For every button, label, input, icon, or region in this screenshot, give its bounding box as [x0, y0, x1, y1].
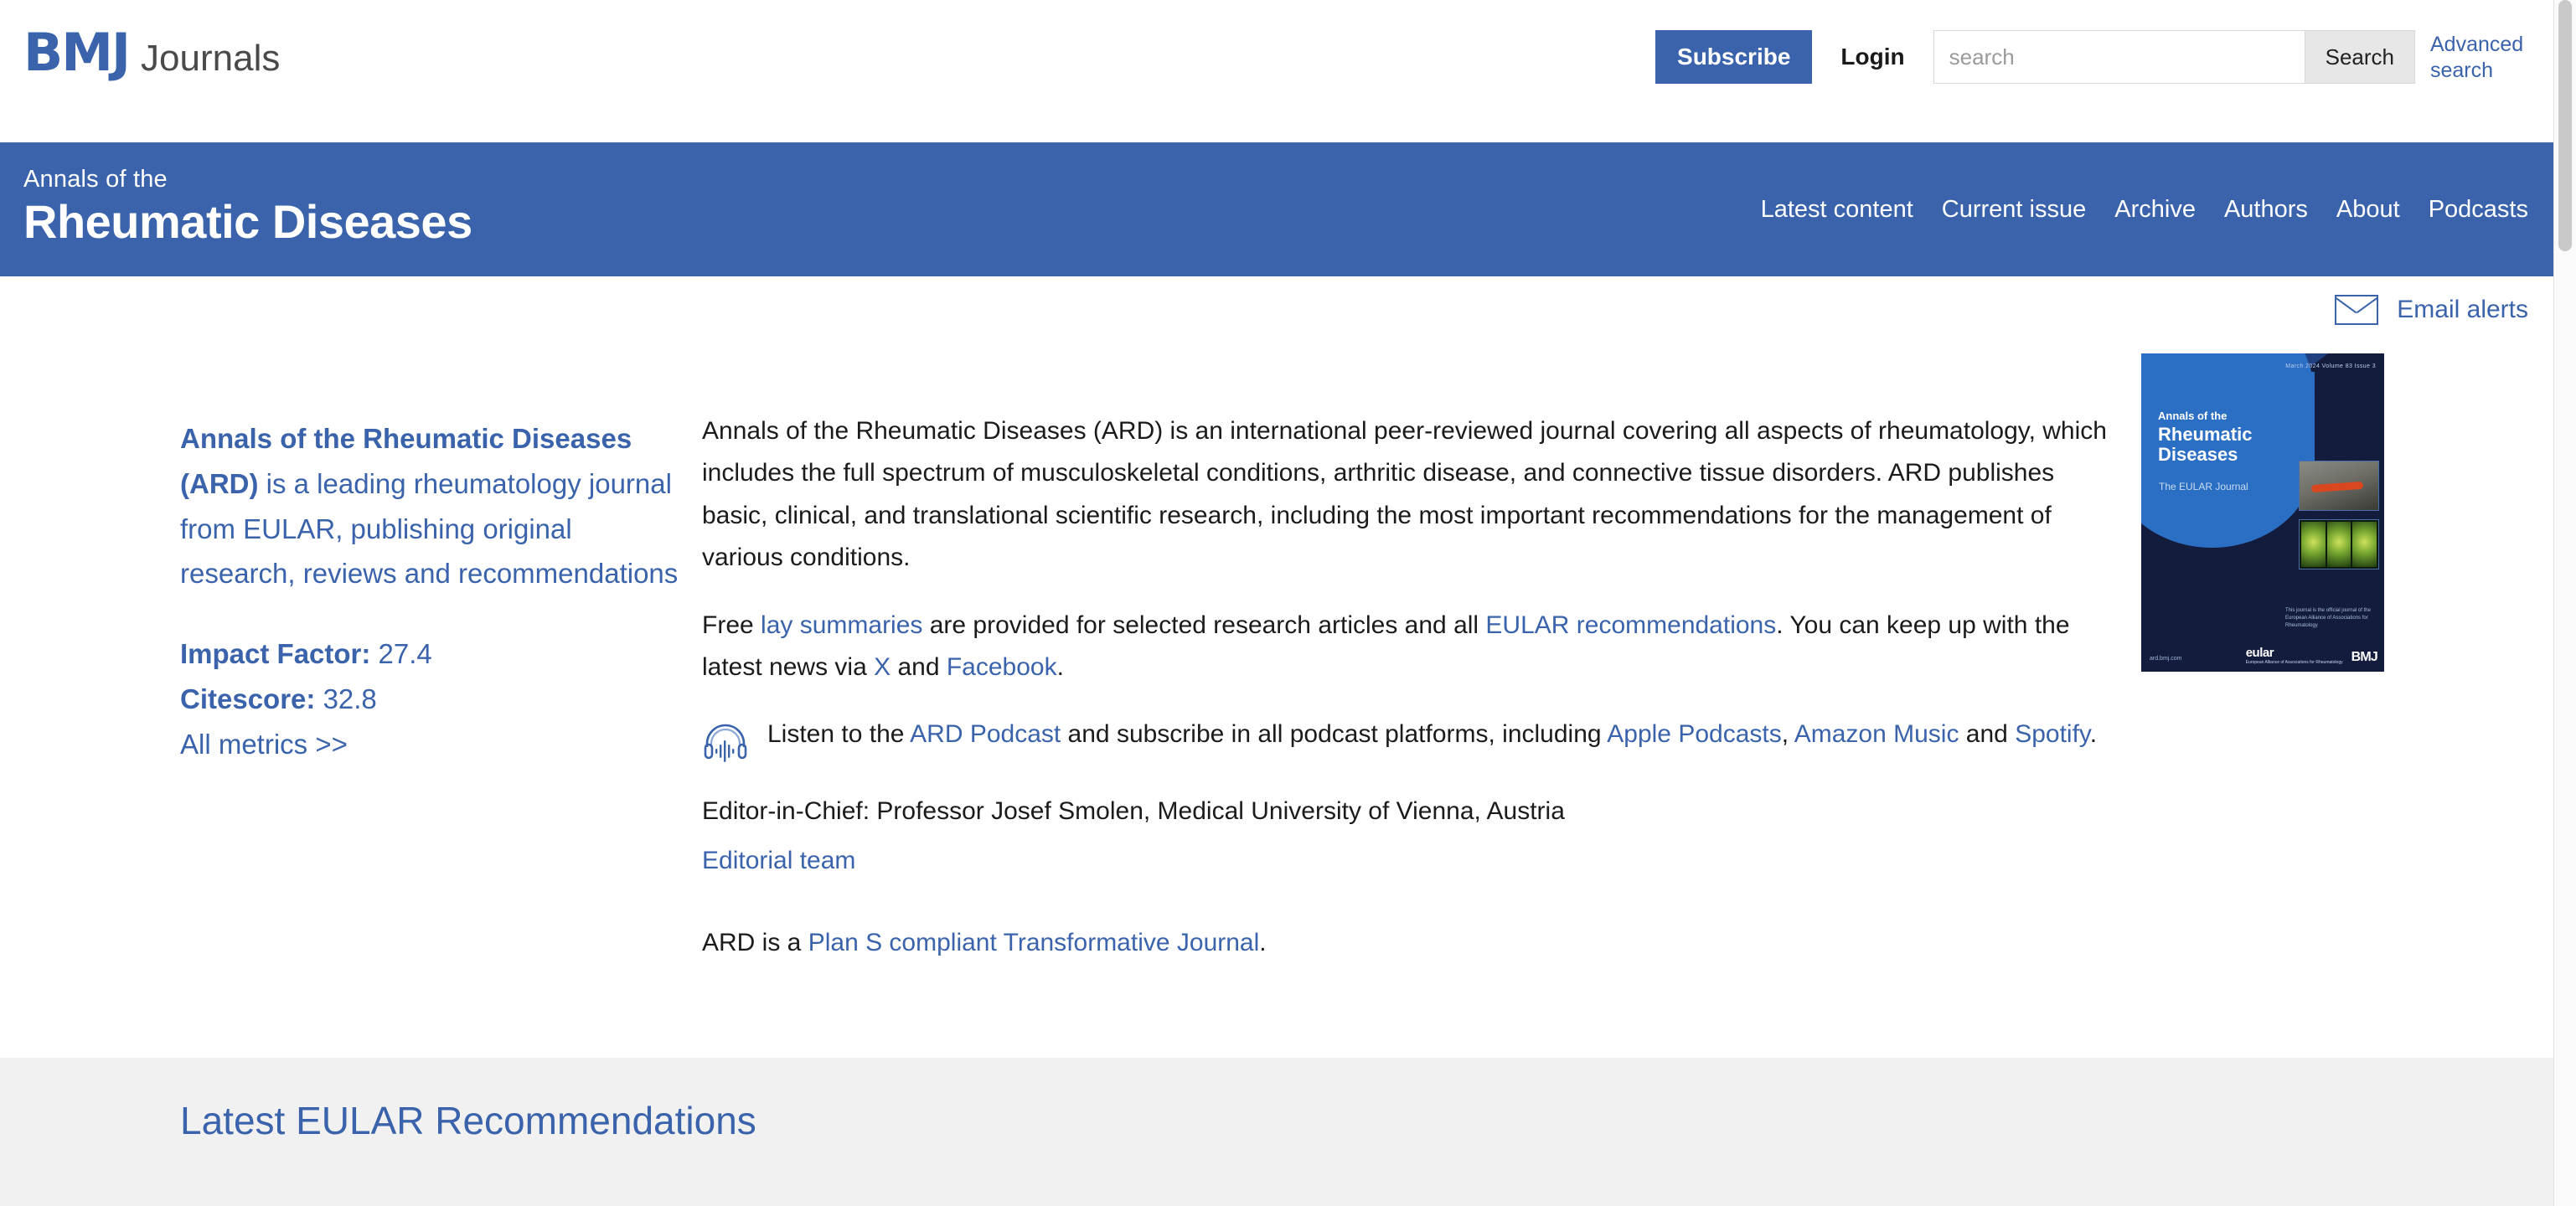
citescore-value: 32.8 — [323, 683, 377, 714]
nav-item-archive[interactable]: Archive — [2114, 196, 2196, 224]
eular-logo: eular European Alliance of Associations f… — [2246, 646, 2343, 665]
email-alerts-link[interactable]: Email alerts — [2335, 295, 2528, 325]
editorial-team-link[interactable]: Editorial team — [702, 840, 2109, 882]
eular-recommendations-link[interactable]: EULAR recommendations — [1485, 611, 1776, 639]
description-paragraph: Annals of the Rheumatic Diseases (ARD) i… — [702, 417, 2107, 572]
impact-factor-value: 27.4 — [378, 638, 432, 670]
page-scrollbar[interactable] — [2553, 0, 2576, 1206]
email-alerts-label: Email alerts — [2397, 296, 2528, 323]
impact-factor-label: Impact Factor: — [180, 638, 371, 670]
cover-bmj-logo: BMJ — [2351, 650, 2378, 664]
scrollbar-thumb[interactable] — [2558, 0, 2572, 251]
lay-summaries-link[interactable]: lay summaries — [761, 611, 922, 639]
subscribe-button[interactable]: Subscribe — [1655, 30, 1813, 84]
cover-title: Annals of the Rheumatic Diseases — [2158, 404, 2252, 466]
text-fragment: . — [1259, 929, 1267, 957]
text-fragment: are provided for selected research artic… — [922, 611, 1486, 639]
site-search: Search — [1933, 30, 2415, 84]
cover-logos: eular European Alliance of Associations f… — [2246, 646, 2378, 665]
ard-podcast-link[interactable]: ARD Podcast — [910, 720, 1061, 748]
eular-logo-subtitle: European Alliance of Associations for Rh… — [2245, 660, 2343, 665]
journal-name: Rheumatic Diseases — [23, 195, 472, 249]
advanced-search-link[interactable]: Advanced search — [2430, 32, 2531, 83]
cover-thumbnail-ultrasound — [2299, 461, 2379, 511]
journal-metrics: Impact Factor: 27.4 Citescore: 32.8 All … — [180, 631, 691, 766]
journal-summary-column: Annals of the Rheumatic Diseases (ARD) i… — [180, 416, 691, 766]
facebook-link[interactable]: Facebook — [947, 653, 1057, 681]
headphones-podcast-icon — [702, 719, 749, 765]
journal-description-column: Annals of the Rheumatic Diseases (ARD) i… — [702, 410, 2109, 990]
journal-masthead: Annals of the Rheumatic Diseases Latest … — [0, 142, 2553, 276]
x-link[interactable]: X — [874, 653, 891, 681]
text-fragment: . — [2089, 720, 2098, 749]
journal-kicker: Annals of the — [23, 166, 168, 193]
lay-summaries-paragraph: Free lay summaries are provided for sele… — [702, 605, 2109, 689]
text-fragment: eular — [2245, 646, 2274, 660]
search-input[interactable] — [1933, 30, 2305, 84]
bmj-journals-logo[interactable]: BMJ Journals — [23, 27, 280, 79]
journals-logo-text: Journals — [141, 38, 281, 79]
citescore-row: Citescore: 32.8 — [180, 677, 691, 722]
text-fragment: ARD is a — [702, 929, 808, 957]
journal-title[interactable]: Annals of the Rheumatic Diseases — [23, 166, 472, 250]
text-fragment: Listen to the — [767, 720, 911, 749]
cover-title-line1: Annals of the — [2158, 403, 2227, 424]
main-content: Annals of the Rheumatic Diseases (ARD) i… — [0, 353, 2553, 1058]
nav-item-about[interactable]: About — [2336, 196, 2400, 224]
text-fragment: . — [1056, 652, 1064, 681]
page-root: BMJ Journals Subscribe Login Search Adva… — [0, 0, 2576, 1206]
nav-item-latest-content[interactable]: Latest content — [1761, 196, 1913, 224]
text-fragment: and — [1959, 720, 2016, 749]
plan-s-link[interactable]: Plan S compliant Transformative Journal — [808, 929, 1260, 956]
nav-item-authors[interactable]: Authors — [2224, 196, 2308, 224]
impact-factor-row: Impact Factor: 27.4 — [180, 631, 691, 677]
bmj-logo-text: BMJ — [23, 22, 131, 83]
text-fragment: and subscribe in all podcast platforms, … — [1061, 720, 1608, 749]
nav-item-current-issue[interactable]: Current issue — [1942, 196, 2086, 224]
journal-nav: Latest content Current issue Archive Aut… — [1761, 142, 2528, 276]
cover-site-url: ard.bmj.com — [2150, 656, 2182, 662]
text-fragment: and — [891, 652, 947, 681]
journal-blurb: Annals of the Rheumatic Diseases (ARD) i… — [180, 416, 691, 596]
editor-in-chief-line: Editor-in-Chief: Professor Josef Smolen,… — [702, 797, 1565, 826]
section-title: Latest EULAR Recommendations — [180, 1099, 756, 1142]
cover-thumbnail-histology — [2299, 519, 2379, 570]
journal-cover-image[interactable]: March 2024 Volume 83 Issue 3 Annals of t… — [2141, 353, 2384, 672]
cover-title-line3: Diseases — [2158, 444, 2238, 466]
site-header: BMJ Journals Subscribe Login Search Adva… — [0, 0, 2553, 142]
cover-issue-line: March 2024 Volume 83 Issue 3 — [2285, 363, 2376, 369]
journal-cover-column: March 2024 Volume 83 Issue 3 Annals of t… — [2141, 353, 2384, 672]
search-button[interactable]: Search — [2304, 30, 2415, 84]
cover-title-line2: Rheumatic — [2158, 423, 2253, 445]
amazon-music-link[interactable]: Amazon Music — [1794, 720, 1959, 748]
plan-s-paragraph: ARD is a Plan S compliant Transformative… — [702, 922, 2109, 964]
header-actions: Subscribe Login Search Advanced search — [1655, 30, 2531, 84]
envelope-icon — [2335, 295, 2379, 325]
text-fragment: Annals — [2158, 410, 2195, 422]
cover-subtitle: The EULAR Journal — [2159, 481, 2248, 492]
podcast-text: Listen to the ARD Podcast and subscribe … — [767, 714, 2097, 755]
citescore-label: Citescore: — [180, 683, 316, 714]
podcast-paragraph: Listen to the ARD Podcast and subscribe … — [702, 714, 2109, 765]
text-fragment: of the — [2194, 410, 2228, 422]
latest-recommendations-section: Latest EULAR Recommendations — [0, 1058, 2553, 1206]
all-metrics-link[interactable]: All metrics >> — [180, 722, 348, 767]
nav-item-podcasts[interactable]: Podcasts — [2429, 196, 2528, 224]
apple-podcasts-link[interactable]: Apple Podcasts — [1607, 720, 1781, 748]
login-link[interactable]: Login — [1812, 30, 1933, 84]
text-fragment: , — [1781, 720, 1794, 749]
cover-credit-text: This journal is the official journal of … — [2285, 608, 2371, 628]
spotify-link[interactable]: Spotify — [2015, 720, 2090, 748]
text-fragment: Free — [702, 611, 761, 639]
alerts-row: Email alerts — [0, 276, 2553, 353]
